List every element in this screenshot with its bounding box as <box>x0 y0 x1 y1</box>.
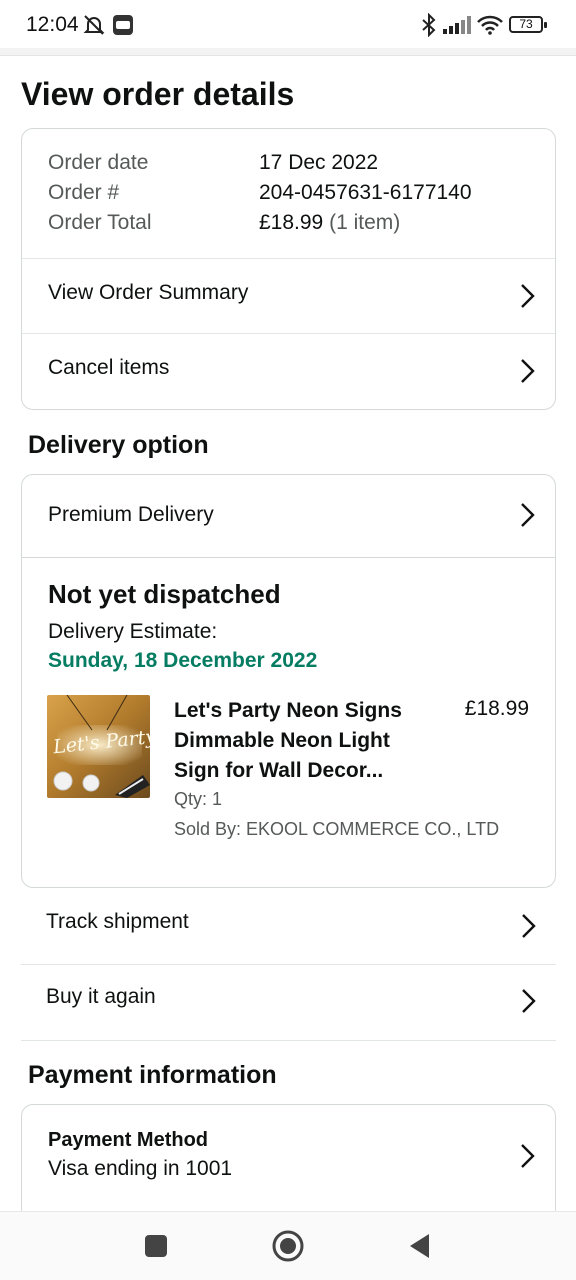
order-item-count: (1 item) <box>329 211 401 234</box>
order-number-label: Order # <box>48 181 120 204</box>
cancel-items-label: Cancel items <box>48 356 170 379</box>
bluetooth-icon <box>422 13 436 37</box>
chevron-right-icon <box>522 914 536 938</box>
home-circle-icon <box>272 1230 304 1262</box>
product-quantity: Qty: 1 <box>174 789 223 809</box>
order-total-value: £18.99 (1 item) <box>259 211 400 235</box>
status-time: 12:04 <box>26 13 79 36</box>
view-order-summary-label: View Order Summary <box>48 281 249 304</box>
buy-it-again-row[interactable]: Buy it again <box>21 963 556 1039</box>
back-triangle-icon <box>410 1234 429 1258</box>
divider <box>21 1040 556 1041</box>
payment-method-title: Payment Method <box>48 1129 209 1151</box>
back-button[interactable] <box>402 1228 438 1264</box>
chevron-right-icon <box>522 989 536 1013</box>
divider <box>22 557 555 558</box>
chevron-right-icon <box>521 284 535 308</box>
recents-button[interactable] <box>138 1228 174 1264</box>
delivery-section-title: Delivery option <box>28 431 209 459</box>
delivery-card: Premium Delivery Not yet dispatched Deli… <box>21 474 556 888</box>
order-summary-card: Order date 17 Dec 2022 Order # 204-04576… <box>21 128 556 410</box>
square-icon <box>145 1235 167 1257</box>
page-title: View order details <box>21 76 295 112</box>
delivery-estimate-label: Delivery Estimate: <box>48 620 218 643</box>
order-total-label: Order Total <box>48 211 152 234</box>
chevron-right-icon <box>521 359 535 383</box>
battery-icon: 73 <box>509 16 547 33</box>
battery-level: 73 <box>519 17 533 31</box>
mute-icon <box>83 15 105 35</box>
order-total-amount: £18.99 <box>259 211 324 234</box>
product-price: £18.99 <box>464 697 529 720</box>
track-shipment-label: Track shipment <box>46 910 189 933</box>
wifi-icon <box>477 15 503 35</box>
chevron-right-icon <box>521 1144 535 1168</box>
dispatch-status: Not yet dispatched <box>48 579 281 609</box>
order-number-value: 204-0457631-6177140 <box>259 181 472 204</box>
signal-icon <box>443 16 471 34</box>
delivery-estimate-date: Sunday, 18 December 2022 <box>48 649 318 672</box>
premium-delivery-row[interactable]: Premium Delivery <box>22 475 555 557</box>
delivery-option-label: Premium Delivery <box>48 503 214 526</box>
product-seller: Sold By: EKOOL COMMERCE CO., LTD <box>174 819 500 839</box>
view-order-summary-row[interactable]: View Order Summary <box>22 259 555 333</box>
buy-it-again-label: Buy it again <box>46 985 156 1008</box>
header-divider <box>0 48 576 56</box>
track-shipment-row[interactable]: Track shipment <box>21 888 556 964</box>
order-date-label: Order date <box>48 151 149 174</box>
product-image[interactable]: Let's Party <box>47 695 150 798</box>
product-title[interactable]: Let's Party Neon Signs Dimmable Neon Lig… <box>174 696 436 786</box>
status-bar: 12:04 73 <box>0 0 576 48</box>
chevron-right-icon <box>521 503 535 527</box>
home-button[interactable] <box>270 1228 306 1264</box>
cancel-items-row[interactable]: Cancel items <box>22 334 555 408</box>
payment-section-title: Payment information <box>28 1061 277 1089</box>
ring-app-icon <box>113 15 133 35</box>
payment-method-value: Visa ending in 1001 <box>48 1157 233 1180</box>
system-navigation-bar <box>0 1211 576 1280</box>
order-date-value: 17 Dec 2022 <box>259 151 379 174</box>
